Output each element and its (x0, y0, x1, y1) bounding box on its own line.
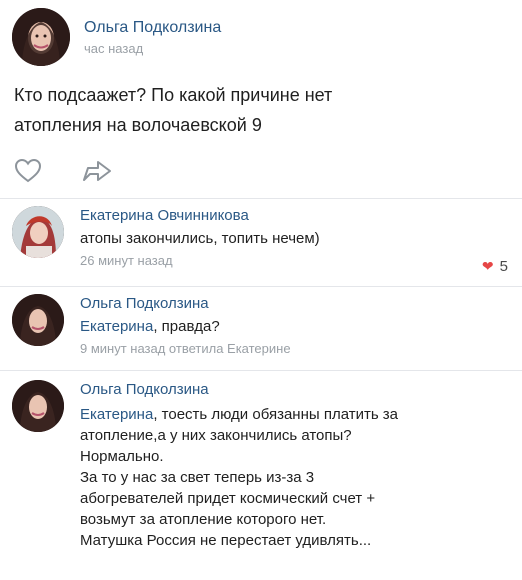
comment-body: Ольга Подколзина Екатерина, правда? 9 ми… (80, 294, 500, 359)
comment-line: Матушка Россия не перестает удивлять... (80, 532, 372, 549)
comment: Екатерина Овчинникова атопы закончились,… (12, 206, 500, 271)
post-text: Кто подсаажет? По какой причине нет атоп… (14, 80, 494, 140)
comment-line: За то у нас за свет теперь из-за 3 (80, 469, 315, 486)
post-author-name[interactable]: Ольга Подколзина (84, 19, 221, 37)
comment-text: Екатерина, правда? (80, 316, 500, 337)
comment-text-part: , тоесть люди обязанны платить за (153, 406, 399, 423)
avatar-photo-icon (12, 8, 70, 66)
comment-line: Нормально. (80, 448, 164, 465)
divider (0, 198, 522, 199)
comment-text: атопы закончились, топить нечем) (80, 230, 320, 247)
comment-line: атопление,а у них закончились атопы? (80, 427, 352, 444)
comment-text-part: , правда? (153, 318, 220, 335)
like-count: 5 (499, 258, 508, 275)
post-author-block: Ольга Подколзина час назад (84, 19, 221, 56)
heart-outline-icon (14, 158, 42, 183)
post-header: Ольга Подколзина час назад (12, 8, 221, 66)
comment-text: Екатерина, тоесть люди обязанны платить … (80, 404, 500, 551)
comment-body: Ольга Подколзина Екатерина, тоесть люди … (80, 380, 500, 551)
share-button[interactable] (82, 158, 116, 188)
mention-link[interactable]: Екатерина (80, 318, 153, 335)
divider (0, 370, 522, 371)
avatar-photo-icon (12, 294, 64, 346)
avatar[interactable] (12, 206, 64, 258)
post-text-line: атопления на волочаевской 9 (14, 115, 262, 135)
avatar-photo-icon (12, 206, 64, 258)
avatar[interactable] (12, 294, 64, 346)
comment-author[interactable]: Екатерина Овчинникова (80, 206, 500, 226)
comment-line: возьмут за атопление которого нет. (80, 511, 327, 528)
comment-author[interactable]: Ольга Подколзина (80, 380, 500, 400)
avatar[interactable] (12, 8, 70, 66)
comment-time: 26 минут назад (80, 253, 173, 268)
post-time: час назад (84, 40, 144, 56)
post-text-line: Кто подсаажет? По какой причине нет (14, 85, 333, 105)
mention-link[interactable]: Екатерина (80, 406, 153, 423)
avatar-photo-icon (12, 380, 64, 432)
comment-time: 9 минут назад ответила Екатерине (80, 341, 291, 356)
like-button[interactable] (14, 158, 50, 188)
divider (0, 286, 522, 287)
comment-line: абогревателей придет космический счет + (80, 490, 376, 507)
share-arrow-icon (83, 161, 111, 181)
comment: Ольга Подколзина Екатерина, правда? 9 ми… (12, 294, 500, 359)
heart-filled-icon: ❤ (481, 258, 494, 274)
comment-line: Екатерина, тоесть люди обязанны платить … (80, 404, 500, 425)
avatar[interactable] (12, 380, 64, 432)
comment-body: Екатерина Овчинникова атопы закончились,… (80, 206, 500, 271)
comment: Ольга Подколзина Екатерина, тоесть люди … (12, 380, 500, 551)
comment-author[interactable]: Ольга Подколзина (80, 294, 500, 314)
post-actions (14, 158, 116, 188)
comment-likes[interactable]: ❤ 5 (482, 258, 508, 275)
